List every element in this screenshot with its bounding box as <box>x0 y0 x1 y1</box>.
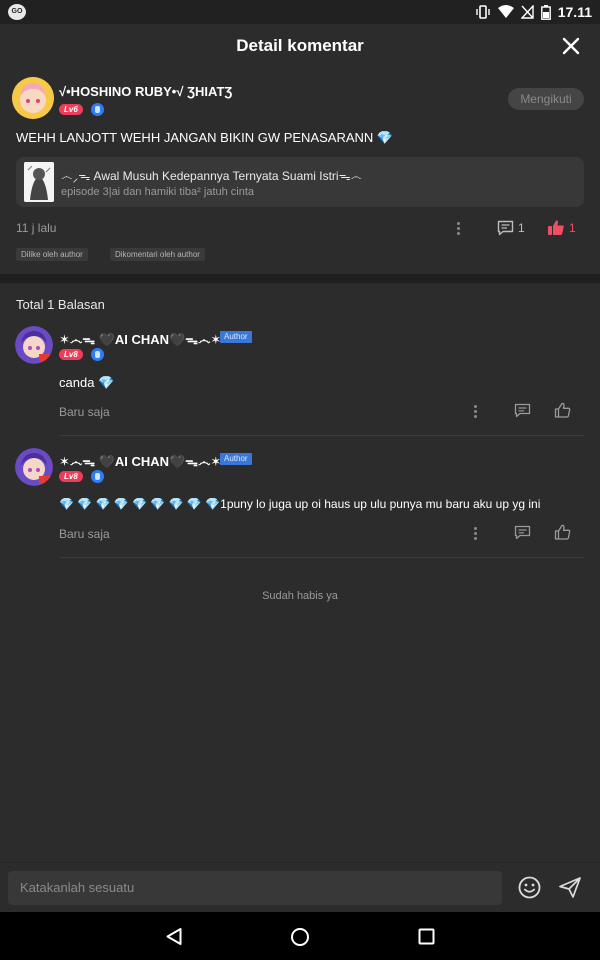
author-badge: Author <box>220 453 252 465</box>
emoji-icon[interactable] <box>518 876 541 899</box>
reply-time: Baru saja <box>59 405 110 419</box>
level-badge: Lv8 <box>59 349 83 360</box>
vibrate-icon <box>476 5 490 19</box>
level-badge: Lv6 <box>59 104 83 115</box>
more-icon[interactable] <box>457 222 461 236</box>
comment-time: 11 j lalu <box>16 221 57 235</box>
thumbs-up-icon[interactable] <box>554 524 571 540</box>
verified-badge-icon <box>91 470 104 483</box>
avatar[interactable] <box>15 326 53 364</box>
page-title: Detail komentar <box>236 36 364 55</box>
home-icon[interactable] <box>290 927 310 947</box>
no-sim-icon <box>520 5 534 19</box>
follow-button[interactable]: Mengikuti <box>508 88 584 110</box>
username[interactable]: ✶෴ᯓ 🖤AI CHAN🖤ᯓ෴✶ <box>59 452 221 470</box>
reply-text: 💎 💎 💎 💎 💎 💎 💎 💎 💎1puny lo juga up oi hau… <box>59 497 541 511</box>
comment-icon[interactable] <box>497 220 514 236</box>
more-icon[interactable] <box>474 527 478 541</box>
wifi-icon <box>497 5 514 18</box>
reply-icon[interactable] <box>514 525 531 540</box>
header: Detail komentar <box>0 24 600 68</box>
reference-thumbnail <box>24 162 54 202</box>
comment-input[interactable]: Katakanlah sesuatu <box>8 871 502 905</box>
screen: GO 17.11 Detail komentar √•HOSHINO RUBY•… <box>0 0 600 912</box>
reference-subtitle: episode 3|ai dan hamiki tiba² jatuh cint… <box>61 186 255 198</box>
username[interactable]: √•HOSHINO RUBY•√ ƷHIATƷ <box>59 84 232 99</box>
close-icon[interactable] <box>560 35 582 57</box>
status-bar: GO 17.11 <box>0 0 600 24</box>
input-bar: Katakanlah sesuatu <box>0 862 600 912</box>
reply-icon[interactable] <box>514 403 531 418</box>
thumbs-up-icon[interactable] <box>547 219 565 236</box>
navigation-bar <box>0 912 600 960</box>
comment-text: WEHH LANJOTT WEHH JANGAN BIKIN GW PENASA… <box>16 130 394 145</box>
reference-title: ෴⸝ᯓ Awal Musuh Kedepannya Ternyata Suami… <box>61 169 362 183</box>
verified-badge-icon <box>91 348 104 361</box>
reply-text: canda 💎 <box>59 375 115 390</box>
avatar[interactable] <box>15 448 53 486</box>
end-of-list-text: Sudah habis ya <box>262 590 338 602</box>
section-divider <box>0 274 600 283</box>
send-icon[interactable] <box>558 876 582 899</box>
author-badge: Author <box>220 331 252 343</box>
level-badge: Lv8 <box>59 471 83 482</box>
status-icons: 17.11 <box>475 3 592 21</box>
recents-icon[interactable] <box>418 928 435 945</box>
tag-commented-by-author: Dikomentari oleh author <box>110 248 205 261</box>
thumbs-up-icon[interactable] <box>554 402 571 418</box>
more-icon[interactable] <box>474 405 478 419</box>
reference-card[interactable]: ෴⸝ᯓ Awal Musuh Kedepannya Ternyata Suami… <box>16 157 584 207</box>
battery-icon <box>540 4 551 20</box>
like-count: 1 <box>569 221 576 235</box>
go-app-icon: GO <box>8 4 26 20</box>
avatar[interactable] <box>12 77 54 119</box>
reply-divider <box>59 557 584 558</box>
back-icon[interactable] <box>165 927 183 946</box>
status-time: 17.11 <box>557 4 592 20</box>
reply-divider <box>59 435 584 436</box>
username[interactable]: ✶෴ᯓ 🖤AI CHAN🖤ᯓ෴✶ <box>59 330 221 348</box>
tag-liked-by-author: Dilike oleh author <box>16 248 88 261</box>
verified-badge-icon <box>91 103 104 116</box>
reply-time: Baru saja <box>59 527 110 541</box>
reply-count: 1 <box>518 221 525 235</box>
replies-total: Total 1 Balasan <box>16 297 105 312</box>
